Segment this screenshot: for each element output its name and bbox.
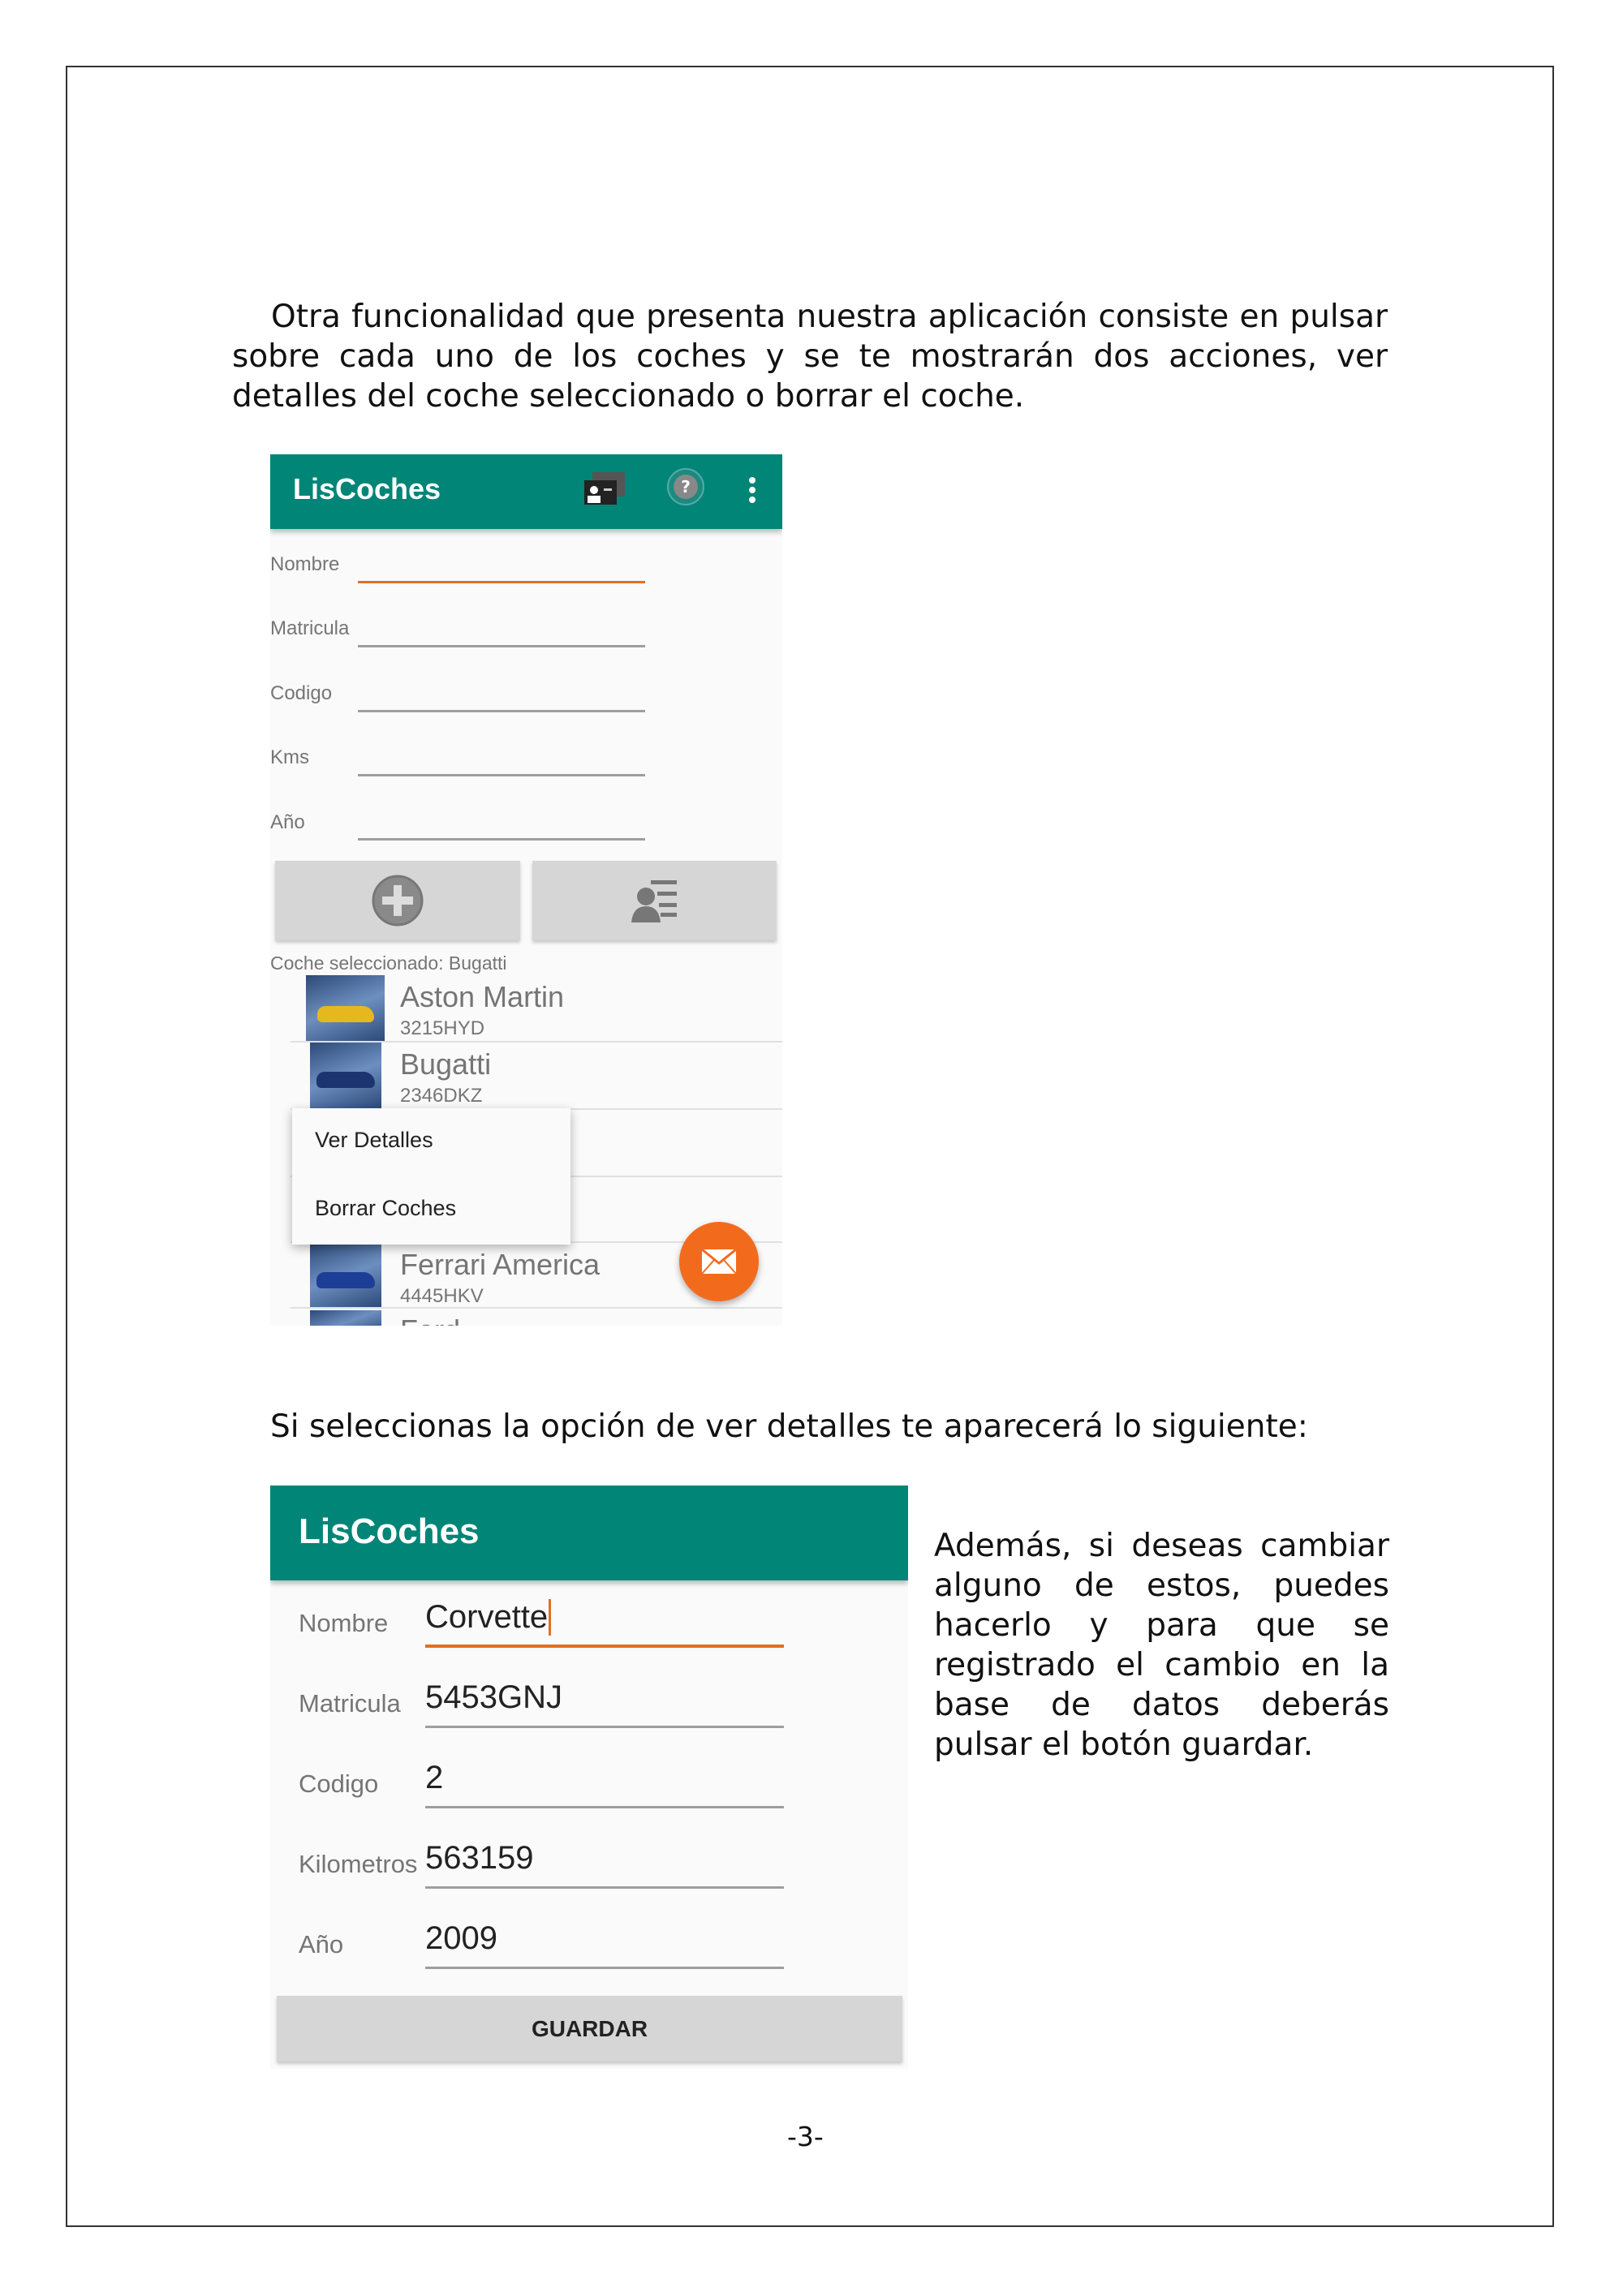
contact-card-icon[interactable] xyxy=(583,471,628,508)
app-toolbar: LisCoches xyxy=(270,1486,908,1580)
plus-circle-icon xyxy=(372,875,424,927)
menu-item-borrar-coches[interactable]: Borrar Coches xyxy=(315,1196,456,1221)
car-name: Ferrari America xyxy=(400,1248,601,1281)
matricula-input[interactable] xyxy=(425,1726,784,1728)
field-label: Kms xyxy=(270,746,309,768)
app-title: LisCoches xyxy=(299,1511,480,1551)
field-label: Año xyxy=(299,1930,344,1958)
car-thumbnail xyxy=(310,1310,381,1326)
matricula-input[interactable] xyxy=(358,645,645,647)
app-screen-list: LisCoches ? Nombre Matricula Codigo Kms … xyxy=(270,454,782,1326)
nombre-input-value[interactable]: Corvette xyxy=(425,1599,552,1636)
app-toolbar: LisCoches ? xyxy=(270,454,782,529)
kilometros-input-value[interactable]: 563159 xyxy=(425,1840,533,1877)
middle-paragraph: Si seleccionas la opción de ver detalles… xyxy=(270,1408,1308,1445)
more-vert-icon[interactable] xyxy=(747,475,757,508)
car-plate: 3215HYD xyxy=(400,1017,485,1039)
kilometros-input[interactable] xyxy=(425,1886,784,1889)
car-plate: 2346DKZ xyxy=(400,1085,483,1107)
guardar-button[interactable]: GUARDAR xyxy=(277,1996,902,2062)
field-label: Nombre xyxy=(270,553,340,575)
context-menu: Ver Detalles Borrar Coches xyxy=(292,1108,570,1245)
field-label: Codigo xyxy=(270,682,333,704)
field-label: Año xyxy=(270,811,305,833)
app-title: LisCoches xyxy=(293,472,441,505)
intro-paragraph: Otra funcionalidad que presenta nuestra … xyxy=(232,299,1388,415)
list-item[interactable]: Bugatti 2346DKZ xyxy=(291,1043,782,1110)
car-thumbnail xyxy=(310,1243,381,1307)
kms-input[interactable] xyxy=(358,774,645,776)
car-name: Ford xyxy=(400,1314,460,1326)
car-thumbnail xyxy=(310,1043,381,1108)
codigo-input-value[interactable]: 2 xyxy=(425,1760,443,1796)
add-car-button[interactable] xyxy=(275,861,520,940)
app-screen-details: LisCoches Nombre Corvette Matricula 5453… xyxy=(270,1486,908,2069)
field-label: Kilometros xyxy=(299,1850,418,1878)
list-item[interactable]: Ford xyxy=(291,1309,782,1326)
car-name: Bugatti xyxy=(400,1047,492,1081)
list-contacts-button[interactable] xyxy=(532,861,777,940)
person-list-icon xyxy=(631,880,677,922)
mail-icon xyxy=(701,1249,737,1275)
field-label: Matricula xyxy=(299,1689,401,1718)
svg-text:?: ? xyxy=(681,477,691,497)
menu-item-ver-detalles[interactable]: Ver Detalles xyxy=(315,1128,433,1153)
email-fab[interactable] xyxy=(679,1222,759,1301)
car-thumbnail xyxy=(306,975,385,1041)
codigo-input[interactable] xyxy=(425,1806,784,1808)
page-number: -3- xyxy=(787,2121,824,2152)
field-label: Matricula xyxy=(270,617,350,639)
guardar-label: GUARDAR xyxy=(531,2015,648,2041)
nombre-input[interactable] xyxy=(425,1645,784,1648)
car-name: Aston Martin xyxy=(400,980,565,1013)
codigo-input[interactable] xyxy=(358,710,645,712)
ano-input[interactable] xyxy=(358,838,645,841)
list-item[interactable]: Aston Martin 3215HYD xyxy=(291,975,782,1043)
selected-car-text: Coche seleccionado: Bugatti xyxy=(270,952,507,974)
car-plate: 4445HKV xyxy=(400,1285,484,1307)
field-label: Codigo xyxy=(299,1769,379,1798)
matricula-input-value[interactable]: 5453GNJ xyxy=(425,1679,562,1716)
nombre-input[interactable] xyxy=(358,581,645,583)
ano-input[interactable] xyxy=(425,1967,784,1969)
side-paragraph: Además, si deseas cambiar alguno de esto… xyxy=(934,1528,1389,1763)
field-label: Nombre xyxy=(299,1609,389,1637)
ano-input-value[interactable]: 2009 xyxy=(425,1920,497,1957)
help-icon[interactable]: ? xyxy=(666,467,705,506)
